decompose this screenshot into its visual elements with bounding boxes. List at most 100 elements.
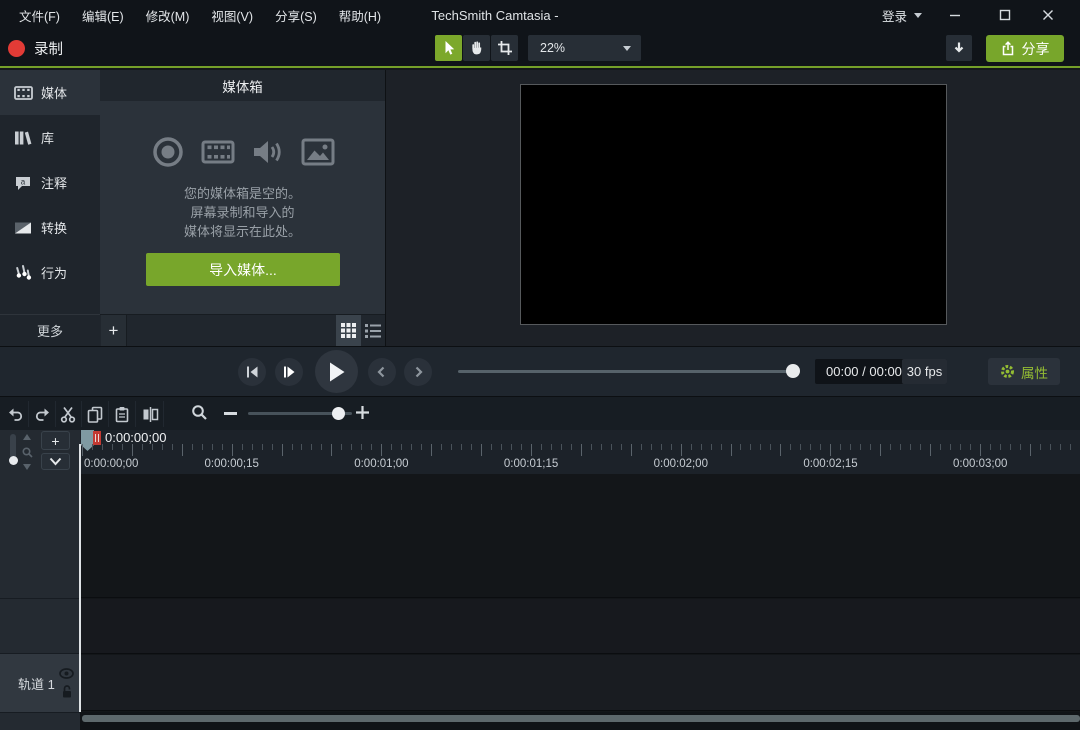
ruler-tick xyxy=(681,444,682,456)
crop-tool-button[interactable] xyxy=(491,35,518,61)
split-button[interactable] xyxy=(137,401,164,427)
menubar: 文件(F)编辑(E)修改(M)视图(V)分享(S)帮助(H) TechSmith… xyxy=(0,0,1080,30)
chevron-right-icon xyxy=(412,366,424,378)
close-button[interactable] xyxy=(1033,0,1063,30)
ruler-tick xyxy=(820,444,821,450)
ruler-tick xyxy=(192,444,193,450)
list-view-button[interactable] xyxy=(361,315,385,346)
sidebar-item-transitions[interactable]: 转换 xyxy=(0,205,100,250)
sidebar-more-button[interactable]: 更多 xyxy=(0,314,100,346)
sidebar-item-media[interactable]: 媒体 xyxy=(0,70,100,115)
add-media-button[interactable]: + xyxy=(101,315,127,346)
redo-button[interactable] xyxy=(29,401,56,427)
play-button[interactable] xyxy=(315,350,358,393)
hand-icon xyxy=(469,40,485,56)
ruler-tick xyxy=(371,444,372,450)
sidebar-item-label: 库 xyxy=(41,128,54,147)
minimize-button[interactable] xyxy=(940,0,970,30)
ruler-label: 0:00:00;15 xyxy=(205,458,259,470)
timeline-empty-area[interactable] xyxy=(80,474,1080,598)
copy-button[interactable] xyxy=(82,401,109,427)
playhead-line[interactable] xyxy=(79,444,81,712)
empty-text-line: 您的媒体箱是空的。 xyxy=(100,184,385,203)
sidebar-item-behaviors[interactable]: 行为 xyxy=(0,250,100,295)
maximize-button[interactable] xyxy=(990,0,1020,30)
sidebar-item-label: 注释 xyxy=(41,173,67,192)
eye-icon[interactable] xyxy=(59,668,74,679)
undo-button[interactable] xyxy=(2,401,29,427)
pan-tool-button[interactable] xyxy=(463,35,490,61)
redo-icon xyxy=(34,406,51,422)
timeline-zoom-button[interactable] xyxy=(191,404,208,426)
track-options-button[interactable] xyxy=(41,453,70,470)
timeline-row-above-track[interactable] xyxy=(80,599,1080,654)
seek-slider-thumb[interactable] xyxy=(786,364,800,378)
ruler-tick xyxy=(172,444,173,450)
add-track-button[interactable]: + xyxy=(41,431,70,450)
zoom-in-button[interactable] xyxy=(355,405,370,425)
menu-item-2[interactable]: 编辑(E) xyxy=(71,6,135,25)
ruler-tick xyxy=(182,444,183,456)
menu-item-3[interactable]: 修改(M) xyxy=(135,6,201,25)
step-forward-button[interactable] xyxy=(275,358,303,386)
media-bin-empty-text: 您的媒体箱是空的。 屏幕录制和导入的 媒体将显示在此处。 xyxy=(100,184,385,241)
timeline-ruler[interactable]: 0:00:00;00 0:00:00;000:00:00;150:00:01;0… xyxy=(80,430,1080,474)
seek-slider[interactable] xyxy=(458,370,800,373)
horizontal-scrollbar[interactable] xyxy=(82,715,1080,722)
menu-item-1[interactable]: 文件(F) xyxy=(8,6,71,25)
properties-button[interactable]: 属性 xyxy=(988,358,1060,385)
preview-stage[interactable] xyxy=(520,84,947,325)
ruler-tick xyxy=(661,444,662,450)
import-media-button[interactable]: 导入媒体... xyxy=(146,253,340,286)
ruler-tick xyxy=(511,444,512,450)
timeline-zoom-slider-thumb[interactable] xyxy=(332,407,345,420)
ruler-tick xyxy=(970,444,971,450)
magnifier-icon xyxy=(22,447,33,458)
download-icon xyxy=(952,41,966,55)
step-back-button[interactable] xyxy=(238,358,266,386)
sidebar-item-annotations[interactable]: a 注释 xyxy=(0,160,100,205)
ruler-tick xyxy=(770,444,771,450)
cursor-icon xyxy=(441,40,457,56)
lock-icon[interactable] xyxy=(61,684,73,699)
canvas-zoom-value: 22% xyxy=(540,41,565,55)
track-height-slider-thumb[interactable] xyxy=(9,456,18,465)
chevron-down-icon xyxy=(49,457,62,466)
sidebar-item-library[interactable]: 库 xyxy=(0,115,100,160)
ruler-tick xyxy=(331,444,332,456)
menu-item-5[interactable]: 分享(S) xyxy=(264,6,328,25)
paste-button[interactable] xyxy=(109,401,136,427)
record-icon xyxy=(151,135,185,169)
ruler-label: 0:00:03;00 xyxy=(953,458,1007,470)
ruler-tick xyxy=(1010,444,1011,450)
canvas-zoom-dropdown[interactable]: 22% xyxy=(528,35,641,61)
download-button[interactable] xyxy=(946,35,972,61)
ruler-tick xyxy=(401,444,402,450)
ruler-tick xyxy=(950,444,951,450)
track-height-zoom-control[interactable] xyxy=(21,434,33,470)
previous-button[interactable] xyxy=(368,358,396,386)
ruler-tick xyxy=(840,444,841,450)
menu-item-4[interactable]: 视图(V) xyxy=(200,6,264,25)
ruler-tick xyxy=(960,444,961,450)
zoom-out-button[interactable] xyxy=(224,412,237,415)
ruler-tick xyxy=(1030,444,1031,456)
next-button[interactable] xyxy=(404,358,432,386)
share-button[interactable]: 分享 xyxy=(986,35,1064,62)
record-button[interactable]: 录制 xyxy=(8,30,63,66)
paste-icon xyxy=(114,406,130,423)
cursor-tool-button[interactable] xyxy=(435,35,462,61)
track-1-header[interactable]: 轨道 1 xyxy=(0,654,80,712)
cut-button[interactable] xyxy=(55,401,82,427)
login-menu[interactable]: 登录 xyxy=(882,0,922,30)
track-1-lane[interactable] xyxy=(80,655,1080,711)
window-title: TechSmith Camtasia - xyxy=(431,0,558,30)
ruler-tick xyxy=(880,444,881,456)
ruler-tick xyxy=(212,444,213,450)
playhead-end-marker[interactable] xyxy=(93,431,101,445)
menu-item-6[interactable]: 帮助(H) xyxy=(328,6,392,25)
grid-view-button[interactable] xyxy=(336,315,361,346)
ruler-label: 0:00:02;15 xyxy=(803,458,857,470)
ruler-tick xyxy=(601,444,602,450)
ruler-tick xyxy=(890,444,891,450)
